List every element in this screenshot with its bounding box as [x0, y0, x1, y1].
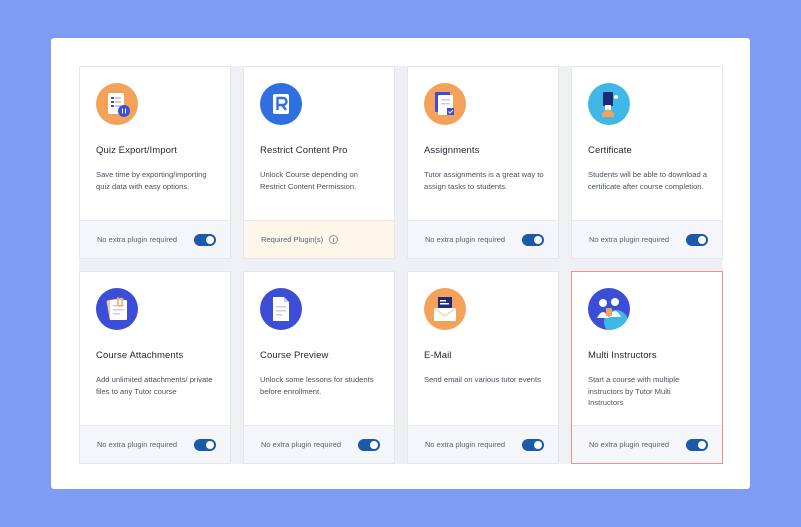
- addon-description: Unlock some lessons for students before …: [260, 375, 374, 396]
- addon-title: Course Attachments: [96, 350, 184, 361]
- addon-description: Start a course with multiple instructors…: [588, 375, 680, 407]
- enable-toggle[interactable]: [194, 233, 216, 246]
- addon-title: Certificate: [588, 145, 632, 156]
- addon-title: Multi Instructors: [588, 350, 657, 361]
- enable-toggle[interactable]: [194, 438, 216, 451]
- attachments-icon: [96, 288, 138, 330]
- addon-footer: No extra plugin required: [408, 425, 558, 463]
- addon-card-course-preview: Course Preview Unlock some lessons for s…: [243, 271, 395, 464]
- enable-toggle[interactable]: [686, 233, 708, 246]
- addon-description: Add unlimited attachments/ private files…: [96, 375, 213, 396]
- plugin-requirement-label: No extra plugin required: [425, 440, 506, 449]
- assignments-icon: [424, 83, 466, 125]
- addon-description: Unlock Course depending on Restrict Cont…: [260, 170, 358, 191]
- addon-footer: No extra plugin required: [572, 220, 722, 258]
- enable-toggle[interactable]: [358, 438, 380, 451]
- plugin-requirement-label: No extra plugin required: [97, 235, 178, 244]
- addon-card-multi-instructors: Multi Instructors Start a course with mu…: [571, 271, 723, 464]
- addons-grid: Quiz Export/Import Save time by exportin…: [79, 66, 723, 464]
- addon-card-email: E-Mail Send email on various tutor event…: [407, 271, 559, 464]
- certificate-icon: [588, 83, 630, 125]
- addon-card-quiz-export-import: Quiz Export/Import Save time by exportin…: [79, 66, 231, 259]
- addons-panel: Quiz Export/Import Save time by exportin…: [51, 38, 750, 489]
- addon-description: Students will be able to download a cert…: [588, 170, 708, 191]
- email-icon: [424, 288, 466, 330]
- addon-description: Save time by exporting/importing quiz da…: [96, 170, 207, 191]
- plugin-requirement-label: No extra plugin required: [589, 440, 670, 449]
- addon-footer: No extra plugin required: [408, 220, 558, 258]
- plugin-requirement-label: Required Plugin(s): [261, 235, 324, 244]
- addon-card-restrict-content-pro: Restrict Content Pro Unlock Course depen…: [243, 66, 395, 259]
- addon-footer: Required Plugin(s): [244, 220, 394, 258]
- plugin-requirement-label: No extra plugin required: [97, 440, 178, 449]
- plugin-requirement-label: No extra plugin required: [589, 235, 670, 244]
- addon-title: E-Mail: [424, 350, 452, 361]
- addon-footer: No extra plugin required: [80, 220, 230, 258]
- addon-card-course-attachments: Course Attachments Add unlimited attachm…: [79, 271, 231, 464]
- plugin-requirement-label: No extra plugin required: [261, 440, 342, 449]
- addon-card-certificate: Certificate Students will be able to dow…: [571, 66, 723, 259]
- multi-instructors-icon: [588, 288, 630, 330]
- enable-toggle[interactable]: [686, 438, 708, 451]
- enable-toggle[interactable]: [522, 438, 544, 451]
- info-icon[interactable]: [329, 235, 339, 244]
- addon-card-assignments: Assignments Tutor assignments is a great…: [407, 66, 559, 259]
- course-preview-icon: [260, 288, 302, 330]
- plugin-requirement-label: No extra plugin required: [425, 235, 506, 244]
- addon-title: Course Preview: [260, 350, 329, 361]
- addon-title: Restrict Content Pro: [260, 145, 348, 156]
- addon-title: Assignments: [424, 145, 480, 156]
- addon-footer: No extra plugin required: [244, 425, 394, 463]
- enable-toggle[interactable]: [522, 233, 544, 246]
- addon-footer: No extra plugin required: [80, 425, 230, 463]
- quiz-export-icon: [96, 83, 138, 125]
- addon-description: Tutor assignments is a great way to assi…: [424, 170, 544, 191]
- restrict-content-icon: [260, 83, 302, 125]
- addon-description: Send email on various tutor events: [424, 375, 541, 384]
- addon-title: Quiz Export/Import: [96, 145, 177, 156]
- addon-footer: No extra plugin required: [572, 425, 722, 463]
